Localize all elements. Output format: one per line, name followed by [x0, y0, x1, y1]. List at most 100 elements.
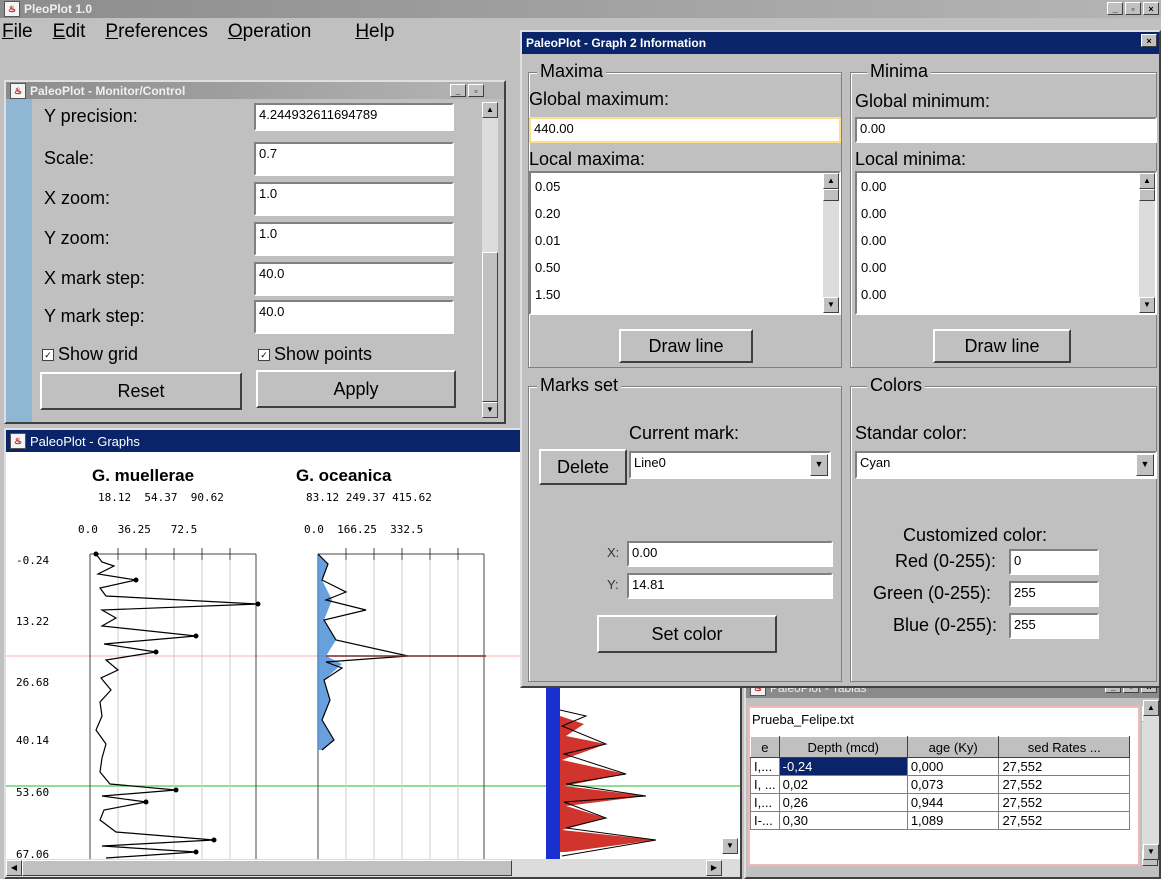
table-cell[interactable]: 0,26: [778, 793, 908, 812]
hscroll-thumb[interactable]: [22, 860, 512, 876]
chevron-down-icon[interactable]: ▼: [810, 454, 828, 476]
list-item[interactable]: 0.00: [857, 254, 1155, 281]
x-mark-step-field[interactable]: 40.0: [254, 262, 454, 296]
y-zoom-field[interactable]: 1.0: [254, 222, 454, 256]
x-coord-field[interactable]: 0.00: [627, 541, 833, 567]
standar-color-select[interactable]: Cyan ▼: [855, 451, 1157, 479]
table-cell[interactable]: 0,02: [778, 775, 908, 794]
list-item[interactable]: 0.01: [531, 227, 839, 254]
table-cell[interactable]: 27,552: [998, 775, 1130, 794]
table-cell-selected[interactable]: -0,24: [778, 757, 908, 776]
scroll-up-icon[interactable]: ▲: [482, 102, 498, 118]
table-cell[interactable]: I, ...: [750, 775, 780, 794]
table-cell[interactable]: 27,552: [998, 793, 1130, 812]
table-cell[interactable]: 0,073: [906, 775, 1000, 794]
maxima-draw-line-button[interactable]: Draw line: [619, 329, 753, 363]
red-field[interactable]: 0: [1009, 549, 1099, 575]
show-points-checkbox[interactable]: ✓ Show points: [258, 344, 372, 365]
monitor-scrollbar[interactable]: ▲ ▼: [482, 102, 498, 418]
monitor-title: PaleoPlot - Monitor/Control: [30, 83, 186, 98]
scroll-up-icon[interactable]: ▲: [1143, 700, 1159, 716]
menu-help[interactable]: Help: [355, 21, 394, 43]
menu-operation[interactable]: Operation: [228, 21, 311, 43]
blue-field[interactable]: 255: [1009, 613, 1099, 639]
table-cell[interactable]: 0,000: [906, 757, 1000, 776]
scroll-down-icon[interactable]: ▼: [823, 297, 839, 313]
table-cell[interactable]: 27,552: [998, 811, 1130, 830]
table-row[interactable]: I-... 0,30 1,089 27,552: [750, 811, 1130, 830]
table-cell[interactable]: 27,552: [998, 757, 1130, 776]
list-item[interactable]: 0.00: [857, 227, 1155, 254]
table-cell[interactable]: I,...: [750, 757, 780, 776]
close-icon[interactable]: ×: [1143, 2, 1159, 15]
menu-file[interactable]: File: [2, 21, 33, 43]
close-icon[interactable]: ×: [1141, 34, 1157, 47]
minima-draw-line-button[interactable]: Draw line: [933, 329, 1071, 363]
apply-button[interactable]: Apply: [256, 370, 456, 408]
menu-edit[interactable]: Edit: [53, 21, 86, 43]
list-item[interactable]: 1.50: [531, 281, 839, 308]
x-zoom-field[interactable]: 1.0: [254, 182, 454, 216]
scroll-thumb[interactable]: [1139, 189, 1155, 201]
list-item[interactable]: 0.00: [857, 200, 1155, 227]
scale-field[interactable]: 0.7: [254, 142, 454, 176]
list-item[interactable]: 0.00: [857, 173, 1155, 200]
column-header[interactable]: sed Rates ...: [998, 736, 1130, 758]
delete-button[interactable]: Delete: [539, 449, 627, 485]
y-mark-step-field[interactable]: 40.0: [254, 300, 454, 334]
show-grid-checkbox[interactable]: ✓ Show grid: [42, 344, 138, 365]
menu-preferences[interactable]: Preferences: [105, 21, 207, 43]
list-item[interactable]: 0.20: [531, 200, 839, 227]
list-item[interactable]: 0.05: [531, 173, 839, 200]
table-cell[interactable]: 0,944: [906, 793, 1000, 812]
table-cell[interactable]: I,...: [750, 793, 780, 812]
minimize-icon[interactable]: _: [1107, 2, 1123, 15]
app-icon: ♨: [4, 1, 20, 17]
restore-icon[interactable]: ▫: [468, 84, 484, 97]
standar-color-label: Standar color:: [855, 423, 968, 443]
chevron-down-icon[interactable]: ▼: [1136, 454, 1154, 476]
local-minima-list[interactable]: 0.00 0.00 0.00 0.00 0.00 ▲ ▼: [855, 171, 1157, 315]
local-maxima-list[interactable]: 0.05 0.20 0.01 0.50 1.50 ▲ ▼: [529, 171, 841, 315]
y-coord-field[interactable]: 14.81: [627, 573, 833, 599]
scroll-down-icon[interactable]: ▼: [1139, 297, 1155, 313]
maximize-icon[interactable]: ▫: [1125, 2, 1141, 15]
column-header[interactable]: e: [750, 736, 780, 758]
table-cell[interactable]: I-...: [750, 811, 780, 830]
reset-button[interactable]: Reset: [40, 372, 242, 410]
table-row[interactable]: I,... -0,24 0,000 27,552: [750, 757, 1130, 776]
column-header[interactable]: age (Ky): [906, 736, 1000, 758]
minimize-icon[interactable]: _: [450, 84, 466, 97]
scale-label: Scale:: [44, 148, 95, 168]
main-right-scrollbar[interactable]: ▲ ▼: [1143, 700, 1159, 860]
current-mark-select[interactable]: Line0 ▼: [629, 451, 831, 479]
tablas-table: e Depth (mcd) age (Ky) sed Rates ... I,.…: [750, 736, 1130, 830]
info-title: PaleoPlot - Graph 2 Information: [526, 36, 707, 50]
scroll-up-icon[interactable]: ▲: [823, 173, 839, 189]
local-minima-scrollbar[interactable]: ▲ ▼: [1139, 173, 1155, 313]
y-precision-field[interactable]: 4.244932611694789: [254, 103, 454, 131]
scroll-thumb[interactable]: [482, 252, 498, 402]
global-minimum-field[interactable]: 0.00: [855, 117, 1157, 143]
colors-group: Colors Standar color: Cyan ▼ Customized …: [850, 375, 1157, 682]
table-cell[interactable]: 0,30: [778, 811, 908, 830]
maxima-group: Maxima Global maximum: 440.00 Local maxi…: [528, 61, 842, 368]
column-header[interactable]: Depth (mcd): [778, 736, 908, 758]
scroll-left-icon[interactable]: ◀: [6, 860, 22, 876]
table-cell[interactable]: 1,089: [906, 811, 1000, 830]
scroll-up-icon[interactable]: ▲: [1139, 173, 1155, 189]
scroll-down-icon[interactable]: ▼: [482, 402, 498, 418]
table-row[interactable]: I, ... 0,02 0,073 27,552: [750, 775, 1130, 794]
set-color-button[interactable]: Set color: [597, 615, 777, 653]
global-maximum-field[interactable]: 440.00: [529, 117, 841, 143]
table-row[interactable]: I,... 0,26 0,944 27,552: [750, 793, 1130, 812]
green-field[interactable]: 255: [1009, 581, 1099, 607]
local-maxima-scrollbar[interactable]: ▲ ▼: [823, 173, 839, 313]
list-item[interactable]: 0.00: [857, 281, 1155, 308]
scroll-right-icon[interactable]: ▶: [706, 860, 722, 876]
scroll-thumb[interactable]: [823, 189, 839, 201]
graphs-scroll-down-icon[interactable]: ▼: [722, 838, 738, 854]
list-item[interactable]: 0.50: [531, 254, 839, 281]
graphs-hscrollbar[interactable]: ◀ ▶: [6, 859, 740, 877]
scroll-down-icon[interactable]: ▼: [1143, 844, 1159, 860]
